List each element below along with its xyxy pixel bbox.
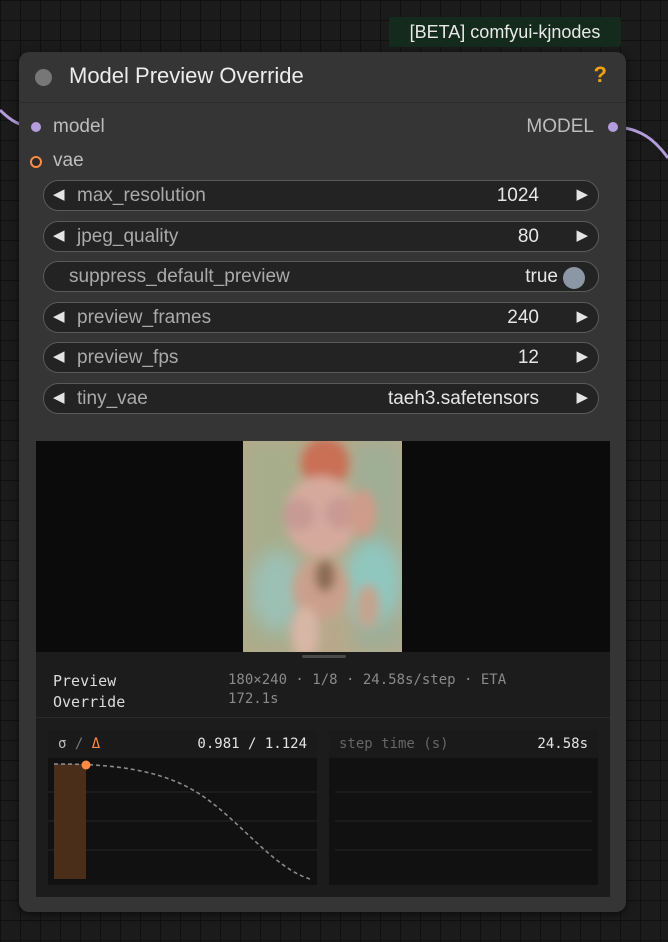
widget-value[interactable]: 240 — [507, 307, 539, 329]
model-input-dot[interactable] — [31, 122, 41, 132]
vae-input-dot[interactable] — [30, 156, 42, 168]
widget-value[interactable]: 1024 — [497, 185, 539, 207]
step-time-header: step time (s) 24.58s — [329, 730, 598, 758]
increment-arrow-icon[interactable]: ▶ — [576, 226, 588, 244]
sigma-chart-label: σ / Δ — [58, 736, 100, 752]
increment-arrow-icon[interactable]: ▶ — [576, 347, 588, 365]
collapse-dot[interactable] — [35, 69, 52, 86]
widget-label: jpeg_quality — [77, 226, 179, 247]
step-time-value: 24.58s — [537, 736, 588, 752]
preview-image-area — [36, 441, 610, 652]
jpeg-quality-widget[interactable]: ◀ jpeg_quality 80 ▶ — [43, 221, 599, 252]
widget-value[interactable]: taeh3.safetensors — [388, 388, 539, 410]
decrement-arrow-icon[interactable]: ◀ — [53, 185, 65, 203]
sigma-chart-value: 0.981 / 1.124 — [197, 736, 307, 752]
decrement-arrow-icon[interactable]: ◀ — [53, 226, 65, 244]
widget-label: tiny_vae — [77, 388, 148, 409]
preview-stats-line2: 172.1s — [228, 691, 279, 707]
decrement-arrow-icon[interactable]: ◀ — [53, 307, 65, 325]
sigma-chart-header: σ / Δ 0.981 / 1.124 — [48, 730, 317, 758]
preview-image — [243, 441, 402, 652]
current-step-marker — [81, 760, 91, 770]
model-input-label: model — [53, 116, 105, 137]
preview-panel: Preview Override 180×240 · 1/8 · 24.58s/… — [36, 441, 610, 897]
widget-label: preview_fps — [77, 347, 179, 368]
preview-label-line1: Preview — [53, 672, 117, 690]
node-source-badge: [BETA] comfyui-kjnodes — [389, 17, 621, 47]
preview-frames-widget[interactable]: ◀ preview_frames 240 ▶ — [43, 302, 599, 333]
step-time-label: step time (s) — [339, 736, 449, 752]
node-title: Model Preview Override — [69, 63, 304, 88]
resize-handle[interactable] — [302, 655, 346, 658]
toggle-knob[interactable] — [563, 267, 585, 289]
node-header[interactable]: Model Preview Override ? — [19, 52, 626, 103]
widget-value[interactable]: 12 — [518, 347, 539, 369]
step-time-chart: step time (s) 24.58s — [329, 730, 598, 885]
widget-label: max_resolution — [77, 185, 206, 206]
model-preview-override-node[interactable]: Model Preview Override ? model vae MODEL… — [19, 52, 626, 912]
vae-input-label: vae — [53, 150, 84, 171]
preview-stats: 180×240 · 1/8 · 24.58s/step · ETA 172.1s — [228, 671, 558, 709]
previous-option-icon[interactable]: ◀ — [53, 388, 65, 406]
decrement-arrow-icon[interactable]: ◀ — [53, 347, 65, 365]
step-time-plot — [335, 791, 592, 851]
sigma-chart-plot — [48, 760, 317, 880]
preview-label: Preview Override — [53, 671, 153, 713]
widget-label: suppress_default_preview — [69, 266, 290, 287]
tiny-vae-combo[interactable]: ◀ tiny_vae taeh3.safetensors ▶ — [43, 383, 599, 414]
widget-label: preview_frames — [77, 307, 212, 328]
increment-arrow-icon[interactable]: ▶ — [576, 307, 588, 325]
preview-label-line2: Override — [53, 693, 126, 711]
model-output-label: MODEL — [526, 116, 594, 137]
next-option-icon[interactable]: ▶ — [576, 388, 588, 406]
sigma-chart: σ / Δ 0.981 / 1.124 — [48, 730, 317, 885]
widget-value[interactable]: 80 — [518, 226, 539, 248]
delta-symbol: Δ — [91, 736, 101, 752]
toggle-value: true — [525, 266, 558, 287]
progress-bar — [54, 764, 86, 879]
suppress-default-preview-toggle[interactable]: suppress_default_preview true — [43, 261, 599, 292]
help-icon[interactable]: ? — [594, 62, 607, 88]
preview-info-row: Preview Override 180×240 · 1/8 · 24.58s/… — [36, 661, 610, 718]
preview-fps-widget[interactable]: ◀ preview_fps 12 ▶ — [43, 342, 599, 373]
label-separator: / — [66, 736, 92, 752]
max-resolution-widget[interactable]: ◀ max_resolution 1024 ▶ — [43, 180, 599, 211]
increment-arrow-icon[interactable]: ▶ — [576, 185, 588, 203]
model-output-dot[interactable] — [608, 122, 618, 132]
preview-stats-line1: 180×240 · 1/8 · 24.58s/step · ETA — [228, 672, 507, 688]
